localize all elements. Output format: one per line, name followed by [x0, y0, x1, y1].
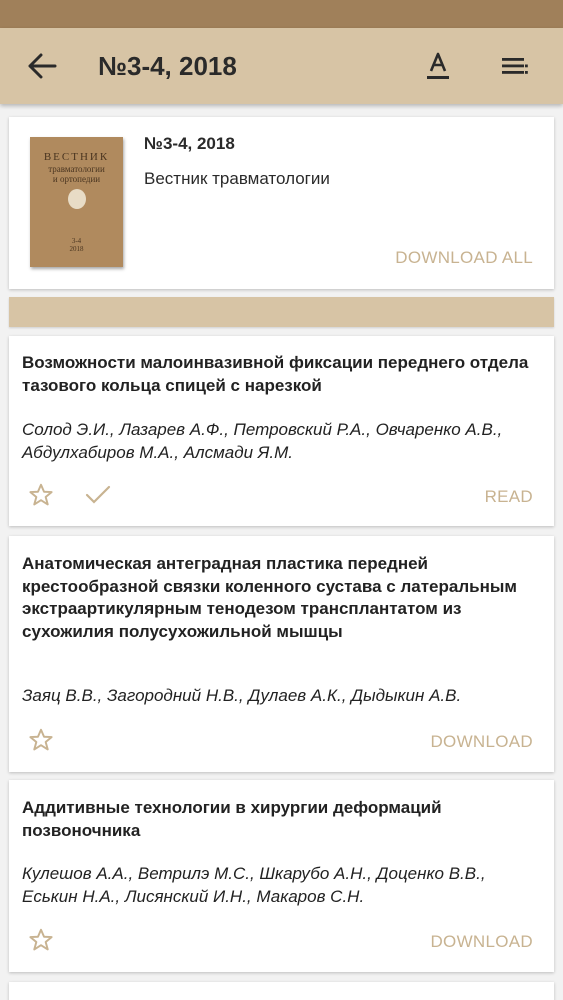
- article-authors: Заяц В.В., Загородний Н.В., Дулаев А.К.,…: [22, 686, 462, 705]
- article-title[interactable]: Возможности малоинвазивной фиксации пере…: [22, 352, 537, 397]
- download-all-button[interactable]: DOWNLOAD ALL: [395, 248, 533, 268]
- download-button[interactable]: DOWNLOAD: [430, 732, 533, 752]
- read-button[interactable]: READ: [485, 487, 533, 507]
- section-divider: [9, 297, 554, 327]
- article-authors: Кулешов А.А., Ветрилэ М.С., Шкарубо А.Н.…: [22, 864, 486, 906]
- favorite-button[interactable]: [27, 481, 55, 509]
- star-outline-icon: [29, 928, 53, 951]
- status-bar: [0, 0, 563, 28]
- list-menu-icon: [502, 58, 528, 74]
- app-bar: №3-4, 2018: [0, 28, 563, 104]
- journal-name: Вестник травматологии: [144, 169, 330, 188]
- back-button[interactable]: [22, 50, 62, 82]
- favorite-button[interactable]: [27, 726, 55, 754]
- favorite-button[interactable]: [27, 926, 55, 954]
- arrow-left-icon: [28, 53, 57, 79]
- article-authors: Солод Э.И., Лазарев А.Ф., Петровский Р.А…: [22, 420, 503, 462]
- article-card[interactable]: Возможности малоинвазивной фиксации пере…: [9, 336, 554, 526]
- page-title: №3-4, 2018: [98, 51, 237, 81]
- article-card[interactable]: Анатомическая антеградная пластика перед…: [9, 536, 554, 772]
- issue-card: ВЕСТНИК травматологии и ортопедии 3-4 20…: [9, 117, 554, 289]
- download-button[interactable]: DOWNLOAD: [430, 932, 533, 952]
- font-size-button[interactable]: [420, 48, 456, 84]
- downloaded-indicator: [84, 481, 112, 509]
- article-title[interactable]: Аддитивные технологии в хирургии деформа…: [22, 797, 537, 842]
- cover-subtitle: травматологии и ортопедии: [48, 164, 105, 184]
- star-outline-icon: [29, 483, 53, 506]
- issue-number: №3-4, 2018: [144, 134, 235, 153]
- cover-issue-number: 3-4 2018: [69, 237, 84, 253]
- font-size-icon: [427, 52, 449, 79]
- cover-emblem-icon: [68, 189, 86, 209]
- contents-menu-button[interactable]: [494, 48, 534, 84]
- article-card[interactable]: [9, 982, 554, 1000]
- journal-cover-image[interactable]: ВЕСТНИК травматологии и ортопедии 3-4 20…: [30, 137, 123, 267]
- check-icon: [85, 485, 111, 504]
- cover-title: ВЕСТНИК: [43, 151, 110, 163]
- article-card[interactable]: Аддитивные технологии в хирургии деформа…: [9, 780, 554, 972]
- article-title[interactable]: Анатомическая антеградная пластика перед…: [22, 553, 537, 643]
- star-outline-icon: [29, 728, 53, 751]
